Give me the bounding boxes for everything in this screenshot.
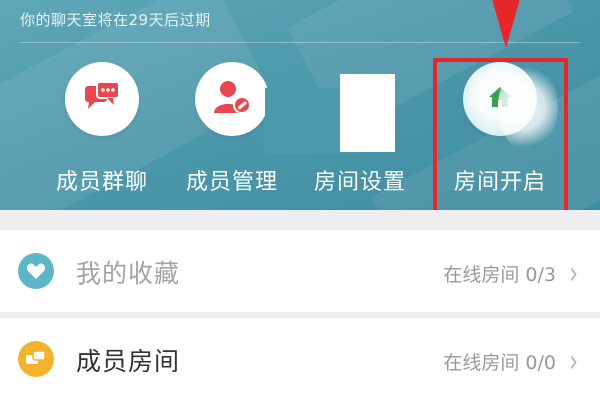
action-label: 成员群聊 [55, 170, 148, 195]
highlight-box [433, 58, 568, 214]
list-item-title: 成员房间 [76, 347, 181, 376]
obscured-region [340, 74, 395, 152]
list-item-member-rooms[interactable]: 成员房间 在线房间 0/0 › [0, 318, 600, 400]
list-item-status: 在线房间 0/0 [443, 352, 556, 374]
action-label: 房间设置 [313, 170, 406, 195]
chat-bubbles-icon [18, 341, 54, 377]
chevron-right-icon: › [569, 257, 578, 292]
pointer-arrow [491, 0, 521, 48]
user-settings-icon [212, 79, 252, 119]
expiry-notice: 你的聊天室将在29天后过期 [20, 11, 211, 29]
chevron-right-icon: › [569, 345, 578, 380]
action-label: 成员管理 [185, 170, 278, 195]
member-management-icon-circle [195, 62, 269, 136]
chat-bubbles-icon [83, 80, 121, 118]
list-item-status: 在线房间 0/3 [443, 264, 556, 286]
obscured-region [58, 232, 200, 284]
member-group-chat-button[interactable]: 成员群聊 [42, 62, 162, 202]
member-group-chat-icon-circle [65, 62, 139, 136]
heart-icon [18, 253, 54, 289]
